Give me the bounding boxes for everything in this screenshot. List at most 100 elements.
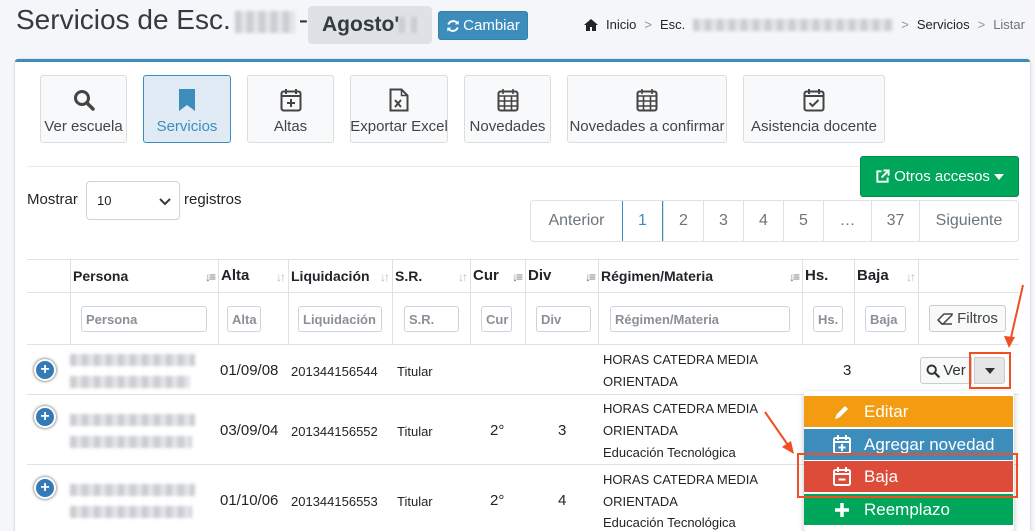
pagination-ellipsis: … bbox=[823, 201, 871, 241]
filter-liquidacion-input[interactable]: Liquidación bbox=[298, 306, 382, 332]
redacted-person-id bbox=[70, 506, 192, 518]
view-school-button[interactable]: Ver escuela bbox=[40, 75, 127, 143]
page-length-select[interactable]: 10 bbox=[86, 181, 180, 220]
view-school-label: Ver escuela bbox=[44, 118, 123, 135]
services-button[interactable]: Servicios bbox=[143, 75, 231, 143]
redacted-year bbox=[399, 17, 424, 34]
filter-persona-input[interactable]: Persona bbox=[81, 306, 207, 332]
breadcrumb-current: Listar bbox=[993, 17, 1025, 32]
row-liquidacion: 201344156552 bbox=[291, 424, 378, 439]
export-excel-button[interactable]: Exportar Excel bbox=[350, 75, 448, 143]
page-header: Servicios de Esc. - Agosto' Cambiar Inici… bbox=[0, 0, 1035, 52]
bookmark-icon bbox=[178, 88, 196, 112]
redacted-school-number bbox=[234, 10, 295, 33]
breadcrumb-separator: > bbox=[901, 17, 909, 32]
redacted-person-name bbox=[70, 414, 195, 426]
header-cur[interactable]: Cur ↓≡ bbox=[470, 260, 525, 292]
change-period-button[interactable]: Cambiar bbox=[438, 11, 528, 40]
table-filter-row: Persona Alta Liquidación S.R. Cur Div Ré… bbox=[27, 293, 1019, 345]
menu-item-reemplazo-label: Reemplazo bbox=[864, 499, 950, 519]
view-row-button[interactable]: Ver bbox=[920, 357, 972, 384]
search-icon bbox=[926, 364, 941, 378]
filter-regimen-input[interactable]: Régimen/Materia bbox=[610, 306, 790, 332]
pagination-next[interactable]: Siguiente bbox=[919, 201, 1018, 241]
filters-button[interactable]: Filtros bbox=[929, 305, 1006, 332]
header-sr[interactable]: S.R. ↓↑ bbox=[392, 260, 470, 292]
filters-label: Filtros bbox=[957, 310, 998, 327]
altas-button[interactable]: Altas bbox=[247, 75, 334, 143]
breadcrumb: Inicio > Esc. > Servicios > Listar bbox=[584, 17, 1025, 32]
change-period-label: Cambiar bbox=[463, 17, 520, 34]
pagination-page-5[interactable]: 5 bbox=[783, 201, 823, 241]
header-regimen[interactable]: Régimen/Materia ↓≡ bbox=[598, 260, 802, 292]
filter-baja-input[interactable]: Baja bbox=[865, 306, 906, 332]
filter-sr-input[interactable]: S.R. bbox=[404, 306, 459, 332]
row-liquidacion: 201344156553 bbox=[291, 494, 378, 509]
sort-icon: ↓↑ bbox=[458, 270, 468, 284]
expand-row-button[interactable]: + bbox=[34, 477, 56, 499]
pagination: Anterior 1 2 3 4 5 … 37 Siguiente bbox=[530, 200, 1019, 242]
header-alta[interactable]: Alta ↓↑ bbox=[218, 260, 288, 292]
filter-hs-input[interactable]: Hs. bbox=[813, 306, 843, 332]
expand-row-button[interactable]: + bbox=[34, 359, 56, 381]
filter-cur-input[interactable]: Cur bbox=[481, 306, 512, 332]
novedades-confirmar-button[interactable]: Novedades a confirmar bbox=[567, 75, 727, 143]
row-div: 3 bbox=[558, 422, 567, 439]
filter-cell: Liquidación bbox=[288, 293, 392, 344]
period-month: Agosto' bbox=[322, 13, 400, 36]
filter-div-input[interactable]: Div bbox=[536, 306, 591, 332]
breadcrumb-services[interactable]: Servicios bbox=[917, 17, 970, 32]
row-regimen-line2: ORIENTADA bbox=[603, 423, 678, 438]
sort-icon: ↓↑ bbox=[380, 270, 390, 284]
row-cur: 2° bbox=[490, 492, 505, 509]
filter-cell: Div bbox=[525, 293, 598, 344]
row-regimen-line3: Educación Tecnológica bbox=[603, 515, 736, 530]
header-cur-label: Cur bbox=[473, 267, 499, 284]
table-header-row: Persona ↓≡ Alta ↓↑ Liquidación ↓↑ S.R. ↓↑ Cu… bbox=[27, 259, 1019, 293]
redacted-person-name bbox=[70, 354, 195, 366]
novedades-label: Novedades bbox=[469, 118, 546, 135]
header-liquidacion[interactable]: Liquidación ↓↑ bbox=[288, 260, 392, 292]
pagination-page-37[interactable]: 37 bbox=[871, 201, 919, 241]
row-regimen-line2: ORIENTADA bbox=[603, 374, 678, 389]
header-div[interactable]: Div ↓≡ bbox=[525, 260, 598, 292]
header-hs-label: Hs. bbox=[805, 267, 829, 284]
menu-item-agregar-novedad-label: Agregar novedad bbox=[864, 434, 995, 454]
breadcrumb-home[interactable]: Inicio bbox=[606, 17, 636, 32]
calendar-icon bbox=[636, 88, 658, 112]
sort-icon: ↓≡ bbox=[204, 270, 216, 284]
row-regimen-line2: ORIENTADA bbox=[603, 494, 678, 509]
other-access-button[interactable]: Otros accesos bbox=[860, 156, 1019, 197]
annotation-highlight-baja bbox=[797, 453, 1018, 498]
filter-cell: Alta bbox=[218, 293, 288, 344]
header-persona[interactable]: Persona ↓≡ bbox=[70, 260, 218, 292]
sort-icon: ↓≡ bbox=[584, 270, 596, 284]
page-length-value: 10 bbox=[97, 193, 112, 208]
filter-expand bbox=[27, 293, 70, 344]
pagination-page-4[interactable]: 4 bbox=[743, 201, 783, 241]
sort-icon: ↓≡ bbox=[511, 270, 523, 284]
header-hs[interactable]: Hs. bbox=[802, 260, 854, 292]
pagination-page-3[interactable]: 3 bbox=[703, 201, 743, 241]
pagination-page-2[interactable]: 2 bbox=[663, 201, 703, 241]
chevron-down-icon bbox=[159, 198, 171, 206]
header-baja[interactable]: Baja ↓↑ bbox=[854, 260, 918, 292]
page-title-text: Servicios de Esc. bbox=[16, 4, 231, 35]
header-div-label: Div bbox=[528, 267, 552, 284]
row-regimen-line1: HORAS CATEDRA MEDIA bbox=[603, 472, 759, 487]
redacted-person-id bbox=[70, 436, 192, 448]
other-access-label: Otros accesos bbox=[894, 168, 990, 185]
filter-alta-input[interactable]: Alta bbox=[227, 306, 261, 332]
header-regimen-label: Régimen/Materia bbox=[601, 268, 714, 284]
breadcrumb-school[interactable]: Esc. bbox=[660, 17, 685, 32]
sort-icon: ↓↑ bbox=[906, 270, 916, 284]
header-sr-label: S.R. bbox=[395, 268, 423, 284]
pagination-previous[interactable]: Anterior bbox=[531, 201, 622, 241]
calendar-plus-icon bbox=[830, 435, 854, 454]
menu-item-reemplazo[interactable]: Reemplazo bbox=[804, 494, 1013, 525]
novedades-button[interactable]: Novedades bbox=[464, 75, 551, 143]
expand-row-button[interactable]: + bbox=[34, 406, 56, 428]
menu-item-editar[interactable]: Editar bbox=[804, 396, 1013, 427]
pagination-page-1[interactable]: 1 bbox=[622, 201, 663, 241]
asistencia-docente-button[interactable]: Asistencia docente bbox=[743, 75, 885, 143]
